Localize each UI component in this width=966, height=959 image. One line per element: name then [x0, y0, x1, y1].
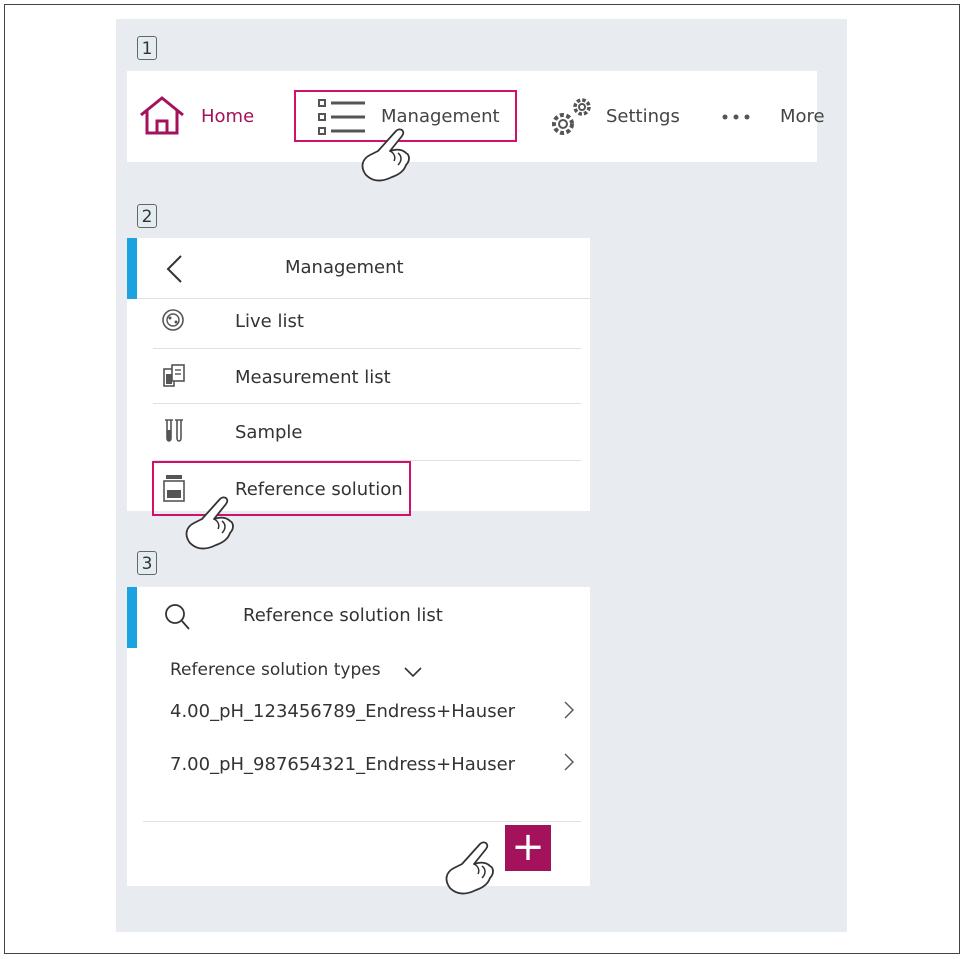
divider — [153, 403, 581, 404]
chevron-right-icon[interactable] — [563, 752, 575, 772]
more-dots-icon — [722, 114, 750, 120]
management-menu-title: Management — [285, 257, 404, 278]
pointing-hand-icon — [361, 128, 410, 182]
chevron-right-icon[interactable] — [563, 700, 575, 720]
nav-settings[interactable]: Settings — [606, 106, 680, 127]
step-badge-2: 2 — [137, 204, 157, 228]
menu-item-measurement-list[interactable]: Measurement list — [235, 367, 391, 388]
chevron-down-icon[interactable] — [403, 666, 423, 678]
divider — [137, 298, 590, 299]
pointing-hand-icon — [445, 841, 494, 895]
back-chevron-icon[interactable] — [165, 254, 183, 284]
divider — [153, 348, 581, 349]
menu-item-sample[interactable]: Sample — [235, 422, 303, 443]
divider — [143, 821, 581, 822]
settings-gears-icon — [552, 98, 591, 135]
header-accent-bar — [127, 238, 137, 299]
menu-item-live-list[interactable]: Live list — [235, 311, 304, 332]
reference-list-title: Reference solution list — [243, 605, 443, 626]
header-accent-bar — [127, 587, 137, 648]
reference-solution-item[interactable]: 7.00_pH_987654321_Endress+Hauser — [170, 754, 515, 775]
home-icon — [140, 96, 184, 135]
step-badge-1: 1 — [137, 36, 157, 60]
measurement-list-icon — [163, 364, 185, 387]
reference-solution-item[interactable]: 4.00_pH_123456789_Endress+Hauser — [170, 701, 515, 722]
nav-home[interactable]: Home — [201, 106, 254, 127]
live-list-icon — [162, 309, 184, 331]
search-icon[interactable] — [164, 603, 190, 631]
nav-more[interactable]: More — [780, 106, 825, 127]
add-reference-solution-button[interactable]: + — [505, 825, 551, 871]
reference-types-filter-label[interactable]: Reference solution types — [170, 660, 381, 680]
step-badge-3: 3 — [137, 551, 157, 575]
pointing-hand-icon — [185, 496, 234, 550]
sample-tubes-icon — [165, 419, 183, 442]
